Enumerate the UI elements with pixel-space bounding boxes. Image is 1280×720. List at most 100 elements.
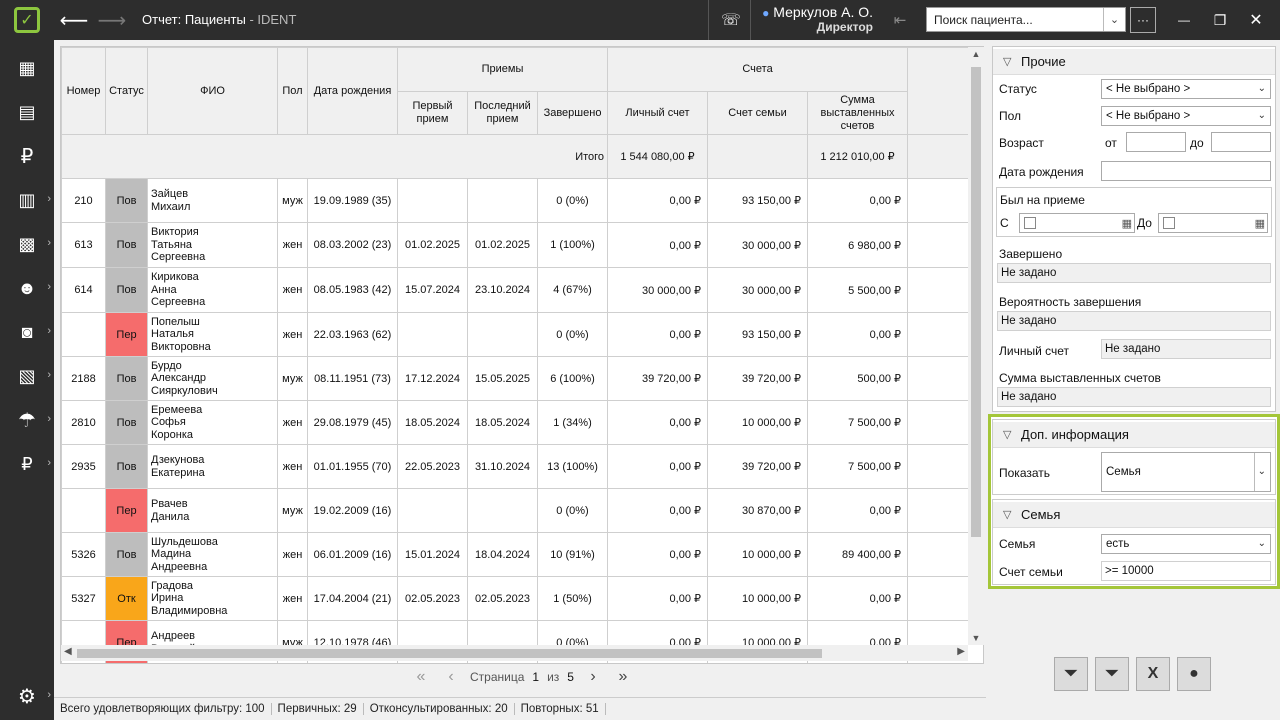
chevron-right-icon: › bbox=[47, 689, 51, 701]
table-row[interactable]: 614 Пов Кирикова Анна Сергеевна жен 08.05.1983… bbox=[61, 267, 983, 313]
sidebar-item-reports[interactable]: ▥ › bbox=[0, 180, 54, 220]
pol-select[interactable]: < Не выбрано > ⌄ bbox=[1101, 106, 1271, 126]
table-row[interactable]: Пер Попелыш Наталья Викторовна жен 22.03.1963… bbox=[61, 312, 983, 357]
cell-pol: муж bbox=[277, 488, 308, 533]
age-to-input[interactable] bbox=[1211, 132, 1271, 152]
apply-filter-button[interactable]: ⏷ bbox=[1054, 657, 1088, 691]
close-button[interactable]: ✕ bbox=[1242, 0, 1270, 40]
cell-status: Пов bbox=[105, 356, 148, 401]
cell-pol: жен bbox=[277, 222, 308, 268]
scroll-thumb[interactable] bbox=[971, 67, 981, 537]
header-last-visit[interactable]: Последний прием bbox=[467, 91, 538, 135]
cell-family: 30 000,00 ₽ bbox=[707, 222, 809, 268]
sidebar-item-calendar[interactable]: ▦ bbox=[0, 48, 54, 88]
sidebar-item-settings[interactable]: ⚙ › bbox=[0, 676, 54, 716]
age-from-input[interactable] bbox=[1126, 132, 1186, 152]
header-billed[interactable]: Сумма выставленных счетов bbox=[807, 91, 909, 135]
calendar-icon[interactable]: ▦ bbox=[1255, 217, 1265, 230]
sidebar-item-tasks[interactable]: ▤ bbox=[0, 92, 54, 132]
prev-page-icon[interactable]: ‹ bbox=[440, 668, 462, 686]
table-row[interactable]: 210 Пов Зайцев Михаил муж 19.09.1989 (35) 0 (0… bbox=[61, 178, 983, 223]
header-fio[interactable]: ФИО bbox=[147, 47, 278, 135]
horizontal-scrollbar[interactable]: ◀ ▶ bbox=[61, 645, 968, 661]
last-page-icon[interactable]: » bbox=[612, 668, 634, 686]
header-personal[interactable]: Личный счет bbox=[607, 91, 709, 135]
header-done[interactable]: Завершено bbox=[536, 91, 609, 135]
user-info[interactable]: ● Меркулов А. О. Директор bbox=[755, 4, 873, 34]
done-field[interactable]: Не задано bbox=[997, 263, 1271, 283]
visit-to-label: До bbox=[1137, 216, 1152, 230]
header-nomer[interactable]: Номер bbox=[61, 47, 106, 135]
chevron-down-icon[interactable]: ⌄ bbox=[1103, 8, 1125, 31]
clear-filter-button[interactable]: ⏷ bbox=[1095, 657, 1129, 691]
minimize-button[interactable]: — bbox=[1170, 0, 1198, 40]
chevron-right-icon: › bbox=[47, 369, 51, 381]
section-extra-header[interactable]: ▽ Доп. информация bbox=[993, 422, 1275, 448]
birth-input[interactable] bbox=[1101, 161, 1271, 181]
calendar-icon[interactable]: ▦ bbox=[1122, 217, 1132, 230]
table-row[interactable]: 2188 Пов Бурдо Александр Сияркулович муж 08.11… bbox=[61, 356, 983, 401]
visit-from-date[interactable]: ▦ bbox=[1019, 213, 1135, 233]
visit-to-checkbox[interactable] bbox=[1163, 217, 1175, 229]
forward-arrow-icon[interactable]: ⟶ bbox=[98, 0, 127, 40]
chevron-right-icon: › bbox=[47, 413, 51, 425]
back-arrow-icon[interactable]: ⟵ bbox=[60, 0, 89, 40]
prob-field[interactable]: Не задано bbox=[997, 311, 1271, 331]
app-logo[interactable]: ✓ bbox=[0, 0, 54, 40]
vertical-scrollbar[interactable]: ▲ ▼ bbox=[968, 47, 984, 645]
sidebar-item-patients[interactable]: ☻ › bbox=[0, 268, 54, 308]
table-row[interactable]: 613 Пов Виктория Татьяна Сергеевна жен 08.03.2… bbox=[61, 222, 983, 268]
next-page-icon[interactable]: › bbox=[582, 668, 604, 686]
phone-icon[interactable]: ☏ bbox=[716, 0, 746, 40]
scroll-left-icon[interactable]: ◀ bbox=[64, 646, 72, 657]
scroll-down-icon[interactable]: ▼ bbox=[968, 633, 984, 643]
table-row[interactable]: 2810 Пов Еремеева Софья Коронка жен 29.08.1979… bbox=[61, 400, 983, 445]
title-text: Отчет: Пациенты bbox=[142, 12, 246, 27]
personal-field[interactable]: Не задано bbox=[1101, 339, 1271, 359]
table-row[interactable]: Пер Рвачев Данила муж 19.02.2009 (16) 0 (0%) 0… bbox=[61, 488, 983, 533]
table-row[interactable]: 2935 Пов Дзекунова Екатерина жен 01.01.1955 (… bbox=[61, 444, 983, 489]
family-account-field[interactable]: >= 10000 bbox=[1101, 561, 1271, 581]
fio-line: Данила bbox=[151, 510, 190, 523]
header-birth[interactable]: Дата рождения bbox=[307, 47, 398, 135]
first-page-icon[interactable]: « bbox=[410, 668, 432, 686]
cell-family: 39 720,00 ₽ bbox=[707, 356, 809, 401]
sidebar-item-finance[interactable]: ₽ bbox=[0, 136, 54, 176]
fio-line: Виктория bbox=[151, 226, 199, 239]
sidebar-item-analytics[interactable]: ▩ › bbox=[0, 224, 54, 264]
billed-field[interactable]: Не задано bbox=[997, 387, 1271, 407]
comment-button[interactable]: ● bbox=[1177, 657, 1211, 691]
table-row[interactable]: 5326 Пов Шульдешова Мадина Андреевна жен 06.01… bbox=[61, 532, 983, 577]
header-family[interactable]: Счет семьи bbox=[707, 91, 809, 135]
fio-line: Дзекунова bbox=[151, 454, 205, 466]
show-select[interactable]: Семья ⌄ bbox=[1101, 452, 1271, 492]
undo-icon[interactable]: ⇤ bbox=[884, 0, 916, 40]
sidebar-item-dental[interactable]: ◙ › bbox=[0, 312, 54, 352]
sidebar-item-insurance[interactable]: ☂ › bbox=[0, 400, 54, 440]
header-status[interactable]: Статус bbox=[105, 47, 148, 135]
maximize-button[interactable]: ❐ bbox=[1206, 0, 1234, 40]
hscroll-thumb[interactable] bbox=[77, 649, 822, 658]
sidebar-item-documents[interactable]: ▧ › bbox=[0, 356, 54, 396]
scroll-right-icon[interactable]: ▶ bbox=[957, 646, 965, 657]
visit-to-date[interactable]: ▦ bbox=[1158, 213, 1268, 233]
family-select[interactable]: есть ⌄ bbox=[1101, 534, 1271, 554]
header-first-visit[interactable]: Первый прием bbox=[397, 91, 468, 135]
status-select[interactable]: < Не выбрано > ⌄ bbox=[1101, 79, 1271, 99]
export-excel-button[interactable]: X bbox=[1136, 657, 1170, 691]
sidebar-item-payments[interactable]: ₽ › bbox=[0, 444, 54, 484]
patient-search[interactable]: Поиск пациента... ⌄ bbox=[926, 7, 1126, 32]
pol-select-value: < Не выбрано > bbox=[1106, 110, 1191, 122]
table-row[interactable]: 5327 Отк Градова Ирина Владимировна жен 17.04.… bbox=[61, 576, 983, 621]
scroll-up-icon[interactable]: ▲ bbox=[968, 49, 984, 59]
section-other-header[interactable]: ▽ Прочие bbox=[993, 49, 1275, 75]
search-input[interactable]: Поиск пациента... bbox=[927, 13, 1103, 27]
age-label: Возраст bbox=[999, 136, 1044, 150]
age-to-label: до bbox=[1190, 136, 1204, 150]
status-label: Статус bbox=[999, 82, 1037, 96]
cell-first-visit: 15.07.2024 bbox=[397, 267, 468, 313]
more-button[interactable]: ··· bbox=[1130, 7, 1156, 33]
header-pol[interactable]: Пол bbox=[277, 47, 308, 135]
section-family-header[interactable]: ▽ Семья bbox=[993, 502, 1275, 528]
visit-from-checkbox[interactable] bbox=[1024, 217, 1036, 229]
